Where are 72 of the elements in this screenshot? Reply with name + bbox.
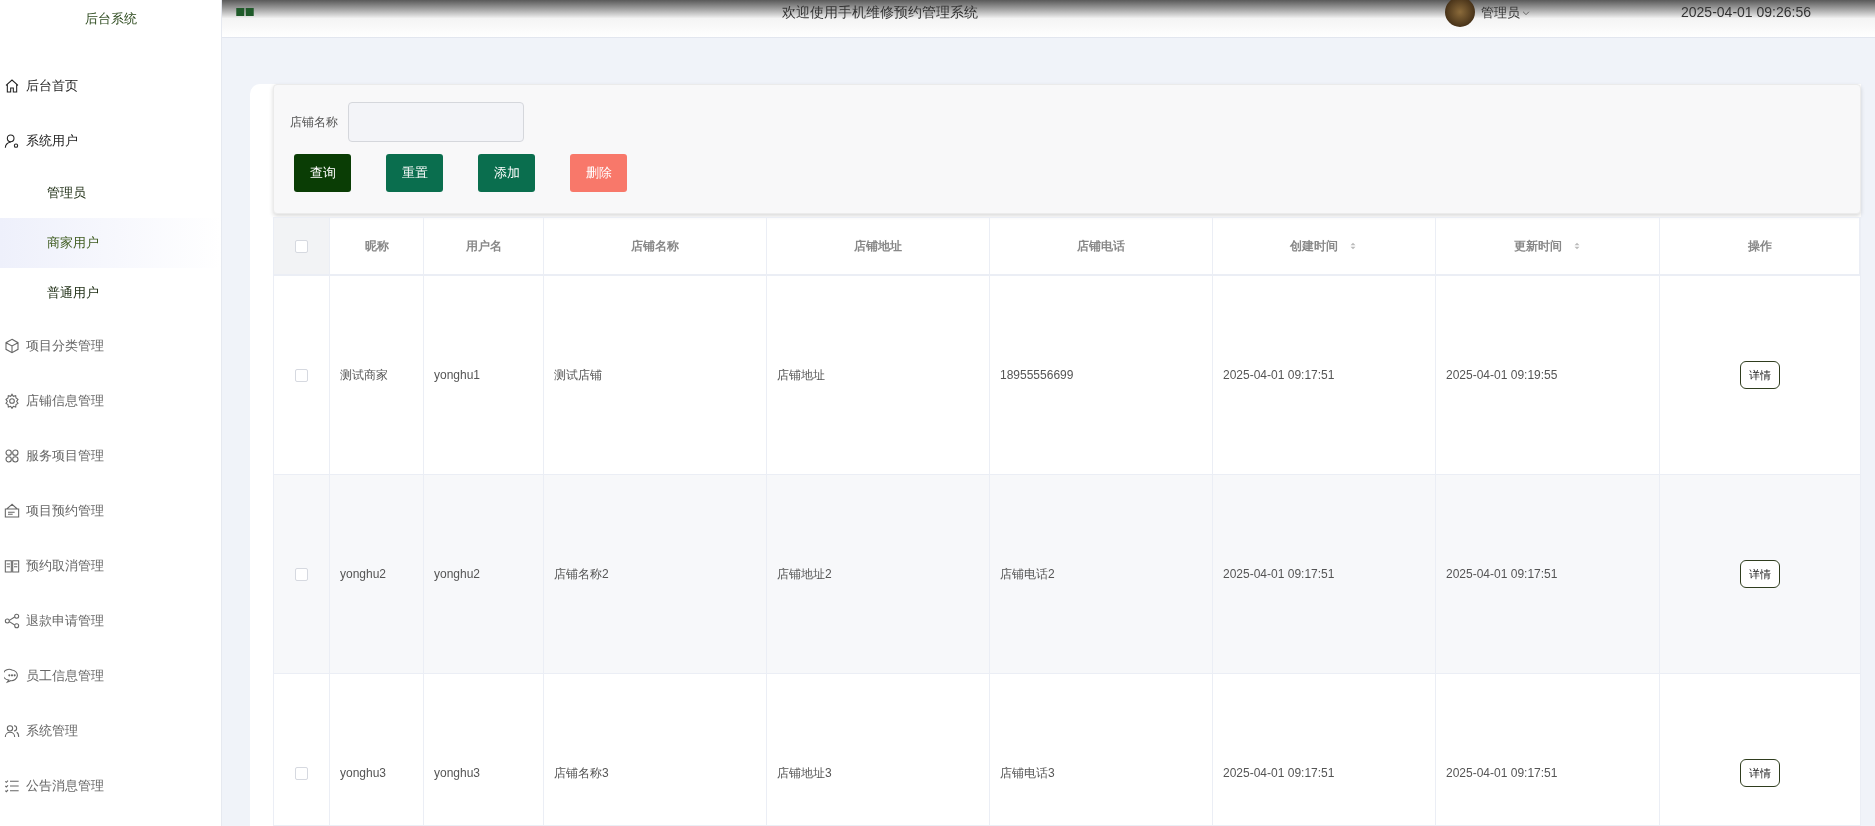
share-icon <box>4 612 20 629</box>
checklist-icon <box>4 777 20 794</box>
table-cell-text: 店铺地址 <box>777 367 825 384</box>
table-cell-text: 店铺地址2 <box>777 566 832 583</box>
field-label: 店铺名称 <box>290 114 338 131</box>
page-title: 欢迎使用手机维修预约管理系统 <box>780 3 979 22</box>
sort-icon <box>1348 241 1358 251</box>
query-button[interactable]: 查询 <box>294 154 351 192</box>
checkbox[interactable] <box>295 567 308 581</box>
submenu-item[interactable]: 普通用户 <box>0 268 221 318</box>
details-button[interactable]: 详情 <box>1740 361 1780 389</box>
brand-title: 后台系统 <box>83 10 138 29</box>
table-cell-text: 店铺名称2 <box>554 566 609 583</box>
sidebar-item[interactable]: 公告消息管理 <box>0 758 221 813</box>
sidebar-item[interactable]: 后台首页 <box>0 58 221 113</box>
column-header: 昵称 <box>364 238 389 255</box>
signboard-icon <box>4 502 20 519</box>
column-header: 更新时间 <box>1513 238 1562 255</box>
add-button[interactable]: 添加 <box>478 154 535 192</box>
table-cell-text: 2025-04-01 09:17:51 <box>1446 765 1558 782</box>
sidebar-item[interactable]: 预约取消管理 <box>0 538 221 593</box>
details-button[interactable]: 详情 <box>1740 560 1780 588</box>
table-cell-text: 店铺电话2 <box>1000 566 1055 583</box>
column-header: 操作 <box>1747 238 1772 255</box>
checkbox[interactable] <box>295 368 308 382</box>
users-icon <box>4 722 20 739</box>
table-cell-text: 18955556699 <box>1000 367 1074 384</box>
table-cell-text: 2025-04-01 09:19:55 <box>1446 367 1558 384</box>
sidebar-item[interactable]: 项目预约管理 <box>0 483 221 538</box>
column-header: 店铺地址 <box>854 238 902 255</box>
table-cell-text: 2025-04-01 09:17:51 <box>1223 367 1335 384</box>
sidebar-item[interactable]: 店铺信息管理 <box>0 373 221 428</box>
sidebar-item[interactable]: 项目分类管理 <box>0 318 221 373</box>
sidebar-item[interactable]: 退款申请管理 <box>0 593 221 648</box>
table-cell-text: yonghu1 <box>434 367 481 384</box>
table-cell-text: yonghu3 <box>434 765 481 782</box>
table-cell-text: 2025-04-01 09:17:51 <box>1446 566 1558 583</box>
user-icon <box>4 132 20 149</box>
table-cell-text: yonghu2 <box>340 566 387 583</box>
table-cell-text: 测试店铺 <box>554 367 602 384</box>
sidebar-item[interactable]: 系统用户 <box>0 113 221 168</box>
sidebar-item[interactable]: 员工信息管理 <box>0 648 221 703</box>
column-header: 创建时间 <box>1290 238 1338 255</box>
checkbox[interactable] <box>295 239 308 253</box>
table-cell-text: 店铺名称3 <box>554 765 609 782</box>
table-cell-text: 测试商家 <box>340 367 388 384</box>
user-name[interactable]: 管理员 <box>1481 2 1520 23</box>
sidebar-item[interactable]: 系统管理 <box>0 703 221 758</box>
checkbox[interactable] <box>295 766 308 780</box>
table-cell-text: 店铺地址3 <box>777 765 832 782</box>
cube-icon <box>4 337 20 354</box>
grid-icon <box>236 7 254 16</box>
settings-icon <box>4 392 20 409</box>
table-cell-text: 2025-04-01 09:17:51 <box>1223 765 1335 782</box>
column-header: 用户名 <box>465 238 502 255</box>
table-cell-text: 店铺电话3 <box>1000 765 1055 782</box>
table-cell-text: yonghu3 <box>340 765 387 782</box>
table-cell-text: yonghu2 <box>434 566 481 583</box>
column-header: 店铺名称 <box>631 238 679 255</box>
column-header: 店铺电话 <box>1077 238 1125 255</box>
details-button[interactable]: 详情 <box>1740 759 1780 787</box>
home-icon <box>4 77 20 94</box>
avatar <box>1445 0 1475 27</box>
sidebar-item[interactable]: 服务项目管理 <box>0 428 221 483</box>
submenu-item[interactable]: 管理员 <box>0 168 221 218</box>
chat-icon <box>4 667 20 684</box>
input-field[interactable] <box>348 102 524 142</box>
reset-button[interactable]: 重置 <box>386 154 443 192</box>
book-icon <box>4 557 20 574</box>
datetime: 2025-04-01 09:26:56 <box>1681 3 1811 22</box>
grid-icon <box>4 447 20 464</box>
table-cell-text: 2025-04-01 09:17:51 <box>1223 566 1335 583</box>
